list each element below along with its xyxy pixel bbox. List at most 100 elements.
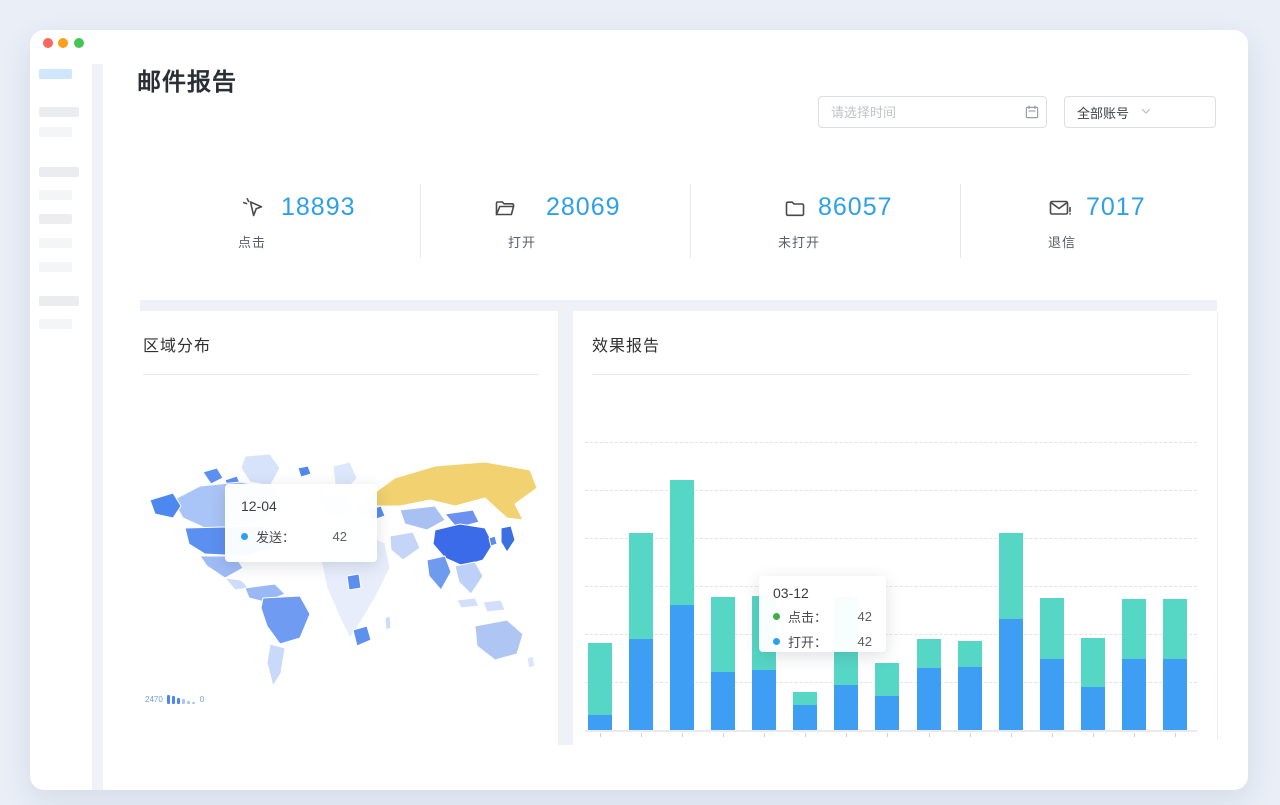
country-indonesia[interactable]: [457, 598, 479, 608]
panel-separator: [558, 311, 573, 745]
bar-segment-open[interactable]: [1122, 659, 1146, 730]
country-india[interactable]: [427, 556, 451, 590]
series-dot: [241, 533, 248, 540]
x-axis-tick: [1175, 733, 1176, 737]
country-nigeria[interactable]: [347, 574, 361, 590]
stacked-bar[interactable]: [793, 692, 817, 730]
sidebar-item[interactable]: [39, 107, 79, 117]
account-select[interactable]: 全部账号: [1064, 96, 1216, 128]
country-arctic-islands[interactable]: [203, 468, 223, 484]
country-madagascar[interactable]: [385, 616, 391, 630]
stacked-bar[interactable]: [711, 597, 735, 730]
bar-segment-open[interactable]: [1040, 659, 1064, 730]
country-south-africa[interactable]: [353, 626, 371, 646]
bar-segment-click[interactable]: [1040, 598, 1064, 659]
bar-segment-click[interactable]: [958, 641, 982, 667]
country-greenland[interactable]: [241, 454, 280, 486]
close-window-button[interactable]: [43, 38, 53, 48]
map-tooltip-date: 12-04: [241, 498, 361, 514]
stacked-bar[interactable]: [1163, 599, 1187, 730]
chart-tooltip: 03-12 点击： 42 打开： 42: [759, 576, 886, 652]
bar-segment-open[interactable]: [670, 605, 694, 730]
country-alaska[interactable]: [150, 493, 181, 518]
bar-segment-click[interactable]: [588, 643, 612, 715]
sidebar-item[interactable]: [39, 127, 72, 137]
country-middle-east[interactable]: [390, 532, 420, 560]
sidebar-item[interactable]: [39, 190, 72, 200]
section-separator: [140, 300, 1217, 311]
date-range-input[interactable]: [818, 96, 1047, 128]
x-axis-tick: [846, 733, 847, 737]
minimize-window-button[interactable]: [58, 38, 68, 48]
bar-segment-click[interactable]: [1122, 599, 1146, 659]
bar-segment-click[interactable]: [999, 533, 1023, 619]
map-legend-min: 0: [200, 695, 204, 704]
country-brazil[interactable]: [261, 596, 310, 644]
country-korea[interactable]: [489, 536, 497, 546]
stacked-bar[interactable]: [958, 641, 982, 730]
country-russia[interactable]: [370, 462, 537, 520]
bar-segment-open[interactable]: [917, 668, 941, 730]
stacked-bar[interactable]: [917, 639, 941, 730]
stacked-bar[interactable]: [1040, 598, 1064, 730]
sidebar-item[interactable]: [39, 296, 79, 306]
country-japan[interactable]: [501, 526, 515, 552]
zoom-window-button[interactable]: [74, 38, 84, 48]
sidebar-item[interactable]: [39, 214, 72, 224]
x-axis-tick: [929, 733, 930, 737]
stat-value-bounced: 7017: [1086, 193, 1146, 222]
country-indonesia[interactable]: [483, 600, 505, 612]
effect-panel-title: 效果报告: [592, 332, 660, 356]
stat-value-unopened: 86057: [818, 193, 893, 222]
sidebar-item[interactable]: [39, 319, 72, 329]
stacked-bar[interactable]: [629, 533, 653, 730]
country-new-zealand[interactable]: [527, 656, 535, 668]
stacked-bar[interactable]: [875, 663, 899, 730]
bar-segment-click[interactable]: [670, 480, 694, 605]
country-australia[interactable]: [475, 620, 523, 660]
bar-segment-open[interactable]: [1081, 687, 1105, 730]
stacked-bar[interactable]: [588, 643, 612, 730]
country-argentina[interactable]: [267, 644, 285, 686]
bar-segment-open[interactable]: [999, 619, 1023, 730]
country-se-asia[interactable]: [455, 562, 483, 594]
map-tooltip: 12-04 发送： 42: [225, 484, 377, 562]
bar-segment-open[interactable]: [1163, 659, 1187, 730]
bar-segment-open[interactable]: [834, 685, 858, 730]
x-axis-tick: [1093, 733, 1094, 737]
chart-tooltip-date: 03-12: [773, 585, 872, 601]
bar-segment-open[interactable]: [875, 696, 899, 730]
bar-segment-open[interactable]: [711, 672, 735, 730]
country-central-asia[interactable]: [400, 506, 445, 530]
map-tooltip-row: 发送： 42: [241, 527, 361, 546]
stat-value-clicks: 18893: [281, 193, 356, 222]
bar-segment-click[interactable]: [1081, 638, 1105, 687]
cursor-click-icon: [241, 196, 265, 225]
sidebar-item[interactable]: [39, 167, 79, 177]
bar-segment-open[interactable]: [588, 715, 612, 730]
bar-segment-open[interactable]: [752, 670, 776, 730]
country-iceland[interactable]: [298, 466, 311, 477]
bar-segment-click[interactable]: [917, 639, 941, 668]
x-axis-tick: [1052, 733, 1053, 737]
screen: 邮件报告 全部账号: [0, 0, 1280, 805]
stacked-bar[interactable]: [999, 533, 1023, 730]
chart-tooltip-row: 点击： 42: [773, 607, 872, 626]
bar-segment-click[interactable]: [629, 533, 653, 639]
stats-divider: [420, 184, 421, 258]
bar-segment-open[interactable]: [958, 667, 982, 730]
stacked-bar[interactable]: [1122, 599, 1146, 730]
sidebar-item[interactable]: [39, 238, 72, 248]
stacked-bar[interactable]: [1081, 638, 1105, 730]
folder-icon: [783, 196, 807, 225]
bar-segment-click[interactable]: [1163, 599, 1187, 659]
stacked-bar[interactable]: [670, 480, 694, 730]
bar-segment-open[interactable]: [793, 705, 817, 730]
bar-segment-open[interactable]: [629, 639, 653, 730]
bar-segment-click[interactable]: [793, 692, 817, 705]
chart-tooltip-value: 42: [858, 609, 872, 624]
sidebar-item[interactable]: [39, 262, 72, 272]
sidebar-item[interactable]: [39, 69, 72, 79]
bar-segment-click[interactable]: [875, 663, 899, 696]
bar-segment-click[interactable]: [711, 597, 735, 672]
